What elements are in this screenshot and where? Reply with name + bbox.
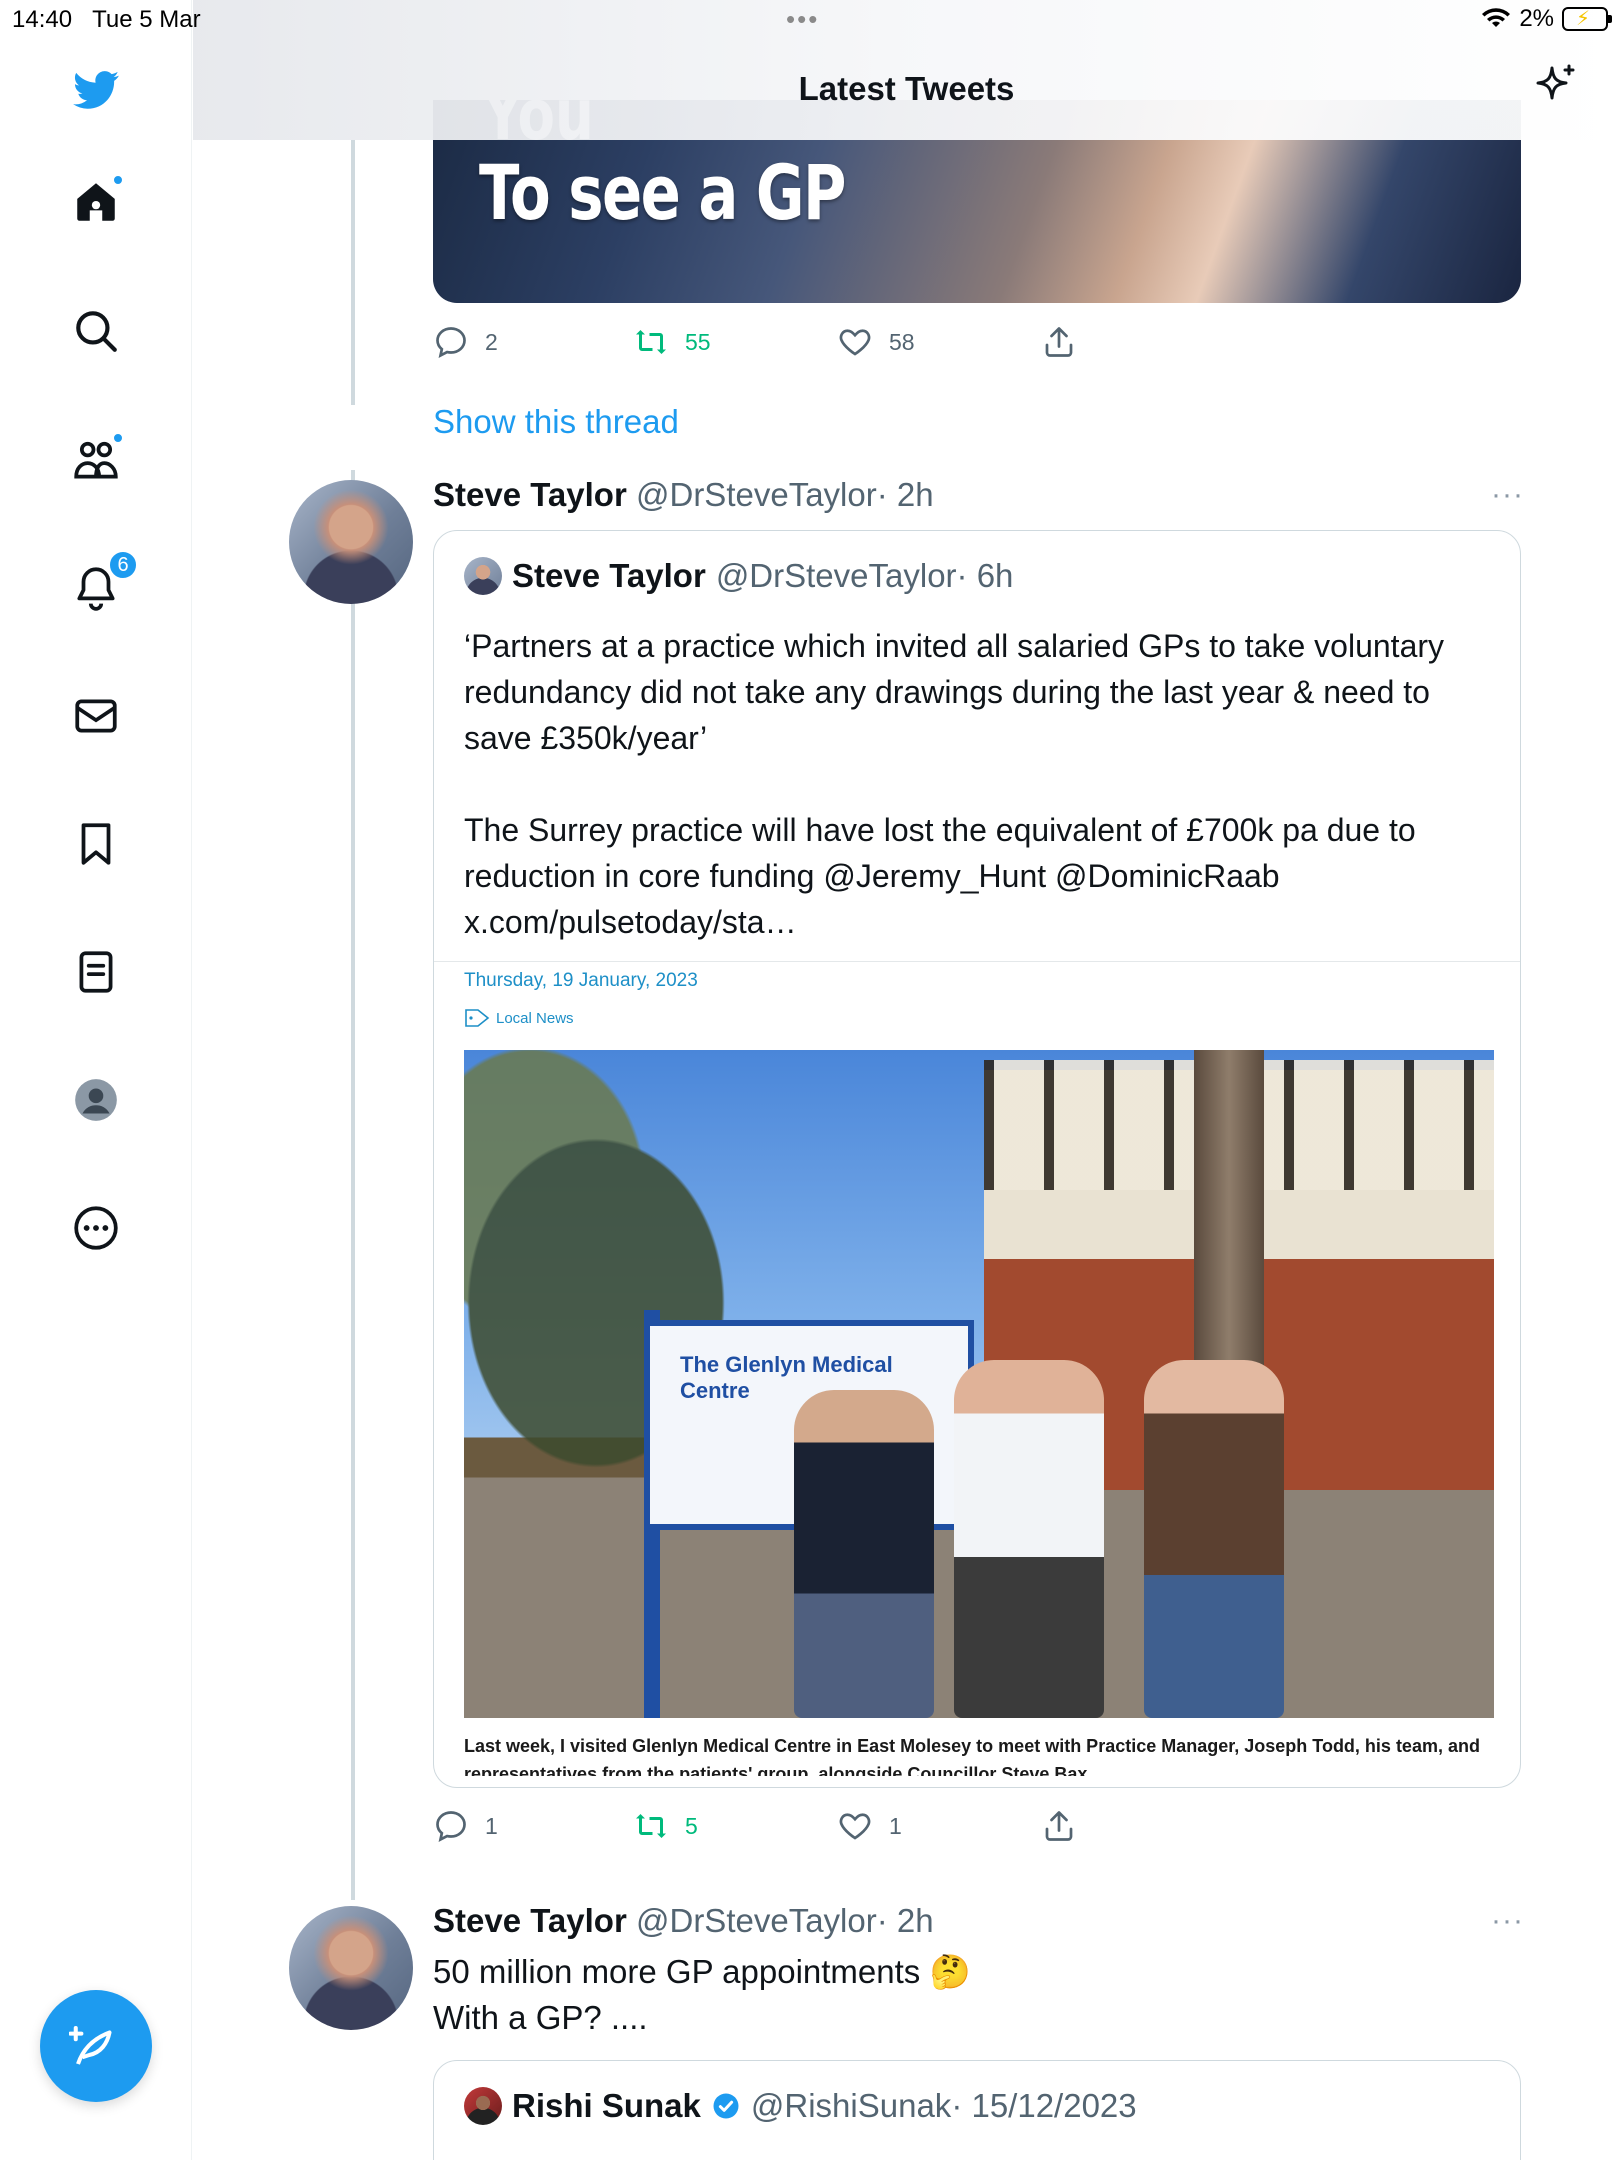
battery-icon: ⚡ (1562, 7, 1612, 31)
like-count: 58 (889, 328, 915, 355)
author-name[interactable]: Steve Taylor (433, 1902, 627, 1939)
link-preview-card[interactable]: Thursday, 19 January, 2023 Local News Th… (434, 961, 1520, 1787)
status-time: 14:40 Tue 5 Mar (12, 6, 201, 33)
quoted-tweet[interactable]: Steve Taylor @DrSteveTaylor· 6h ‘Partner… (433, 530, 1521, 1788)
thread-line (351, 470, 355, 1900)
multitasking-dots-icon[interactable]: ••• (786, 4, 819, 35)
more-options-icon[interactable]: ··· (1491, 478, 1524, 512)
tweet-time: · 2h (876, 1902, 934, 1939)
tag-icon (465, 1009, 490, 1027)
share-icon (1045, 327, 1073, 357)
retweet-button[interactable]: 55 (633, 324, 837, 360)
tweet-header: Steve Taylor @DrSteveTaylor· 2h (433, 476, 934, 514)
verified-badge-icon (713, 2093, 739, 2119)
more-options-icon[interactable]: ··· (1491, 1904, 1524, 1938)
more-menu-icon[interactable] (66, 1198, 126, 1258)
quoted-author-name: Steve Taylor (512, 557, 706, 594)
quoted-text-paragraph: The Surrey practice will have lost the e… (464, 812, 1416, 940)
quoted-text-paragraph: ‘Partners at a practice which invited al… (464, 628, 1445, 756)
like-count: 1 (889, 1812, 902, 1839)
reply-icon (436, 327, 466, 359)
quoted-tweet-header: Steve Taylor @DrSteveTaylor· 6h (464, 557, 1013, 595)
notifications-bell-icon[interactable]: 6 (66, 550, 138, 618)
page-title: Latest Tweets (798, 70, 1015, 107)
tweet-time: · 2h (876, 476, 934, 513)
thread-line (351, 140, 355, 405)
compose-feather-icon (69, 2025, 112, 2065)
communities-icon[interactable] (66, 430, 126, 490)
unread-dot (112, 174, 124, 186)
status-bar: 14:40 Tue 5 Mar ••• 2% ⚡ (0, 0, 1620, 40)
timeline[interactable]: You To see a GP 2 55 58 Show this thread… (193, 0, 1620, 2160)
sparkle-icon[interactable] (1532, 62, 1580, 110)
reply-button[interactable]: 1 (433, 1808, 633, 1844)
notification-count-badge: 6 (108, 550, 138, 580)
tweet-text-line: 50 million more GP appointments 🤔 (433, 1953, 971, 1990)
lists-icon[interactable] (66, 942, 126, 1002)
reply-button[interactable]: 2 (433, 324, 633, 360)
quoted-tweet-header: Rishi Sunak @RishiSunak· 15/12/2023 (464, 2087, 1137, 2125)
quoted-author-handle: @DrSteveTaylor· 6h (715, 557, 1014, 594)
media-overlay-text: To see a GP (479, 148, 846, 237)
profile-avatar-icon[interactable] (66, 1070, 126, 1130)
twitter-logo-icon[interactable] (66, 60, 126, 120)
reply-count: 2 (485, 328, 498, 355)
battery-percent: 2% (1519, 5, 1554, 32)
retweet-icon (636, 330, 666, 354)
quoted-author-name: Rishi Sunak (512, 2087, 701, 2124)
avatar (464, 2087, 502, 2125)
author-handle[interactable]: @DrSteveTaylor (636, 476, 877, 513)
photo-person (954, 1360, 1104, 1718)
like-button[interactable]: 58 (837, 324, 1041, 360)
compose-tweet-button[interactable] (40, 1990, 152, 2102)
author-handle[interactable]: @DrSteveTaylor (636, 1902, 877, 1939)
like-button[interactable]: 1 (837, 1808, 1041, 1844)
tweet-text-line: With a GP? .... (433, 1999, 648, 2036)
home-icon[interactable] (66, 172, 126, 232)
show-thread-link[interactable]: Show this thread (433, 403, 679, 441)
retweet-count: 5 (685, 1812, 698, 1839)
share-button[interactable] (1041, 1808, 1077, 1844)
article-photo: The Glenlyn Medical Centre (464, 1050, 1494, 1718)
status-right: 2% ⚡ (1481, 5, 1612, 33)
article-tag: Local News (464, 1008, 574, 1028)
tweet-actions: 2 55 58 (433, 324, 1313, 360)
heart-icon (839, 329, 871, 356)
tweet-header: Steve Taylor @DrSteveTaylor· 2h (433, 1902, 934, 1940)
avatar[interactable] (289, 480, 413, 604)
photo-person (794, 1390, 934, 1718)
heart-icon (839, 1813, 871, 1840)
quoted-tweet[interactable]: Rishi Sunak @RishiSunak· 15/12/2023 (433, 2060, 1521, 2160)
messages-icon[interactable] (66, 686, 126, 746)
avatar (464, 557, 502, 595)
reply-count: 1 (485, 1812, 498, 1839)
share-icon (1045, 1811, 1073, 1841)
author-name[interactable]: Steve Taylor (433, 476, 627, 513)
retweet-icon (636, 1814, 666, 1838)
photo-person (1144, 1360, 1284, 1718)
quoted-tweet-text: ‘Partners at a practice which invited al… (464, 623, 1494, 945)
tweet-actions: 1 5 1 (433, 1808, 1313, 1844)
wifi-icon (1482, 8, 1511, 27)
retweet-button[interactable]: 5 (633, 1808, 837, 1844)
tweet-text: 50 million more GP appointments 🤔 With a… (433, 1949, 971, 2041)
share-button[interactable] (1041, 324, 1077, 360)
search-icon[interactable] (66, 301, 126, 361)
avatar[interactable] (289, 1906, 413, 2030)
quoted-author-handle: @RishiSunak· 15/12/2023 (750, 2087, 1137, 2124)
unread-dot (112, 432, 124, 444)
article-caption: Last week, I visited Glenlyn Medical Cen… (464, 1736, 1480, 1776)
bookmark-icon[interactable] (66, 814, 126, 874)
article-date: Thursday, 19 January, 2023 (464, 970, 698, 991)
reply-icon (436, 1811, 466, 1843)
retweet-count: 55 (685, 328, 711, 355)
sidebar: 6 (0, 0, 192, 2160)
